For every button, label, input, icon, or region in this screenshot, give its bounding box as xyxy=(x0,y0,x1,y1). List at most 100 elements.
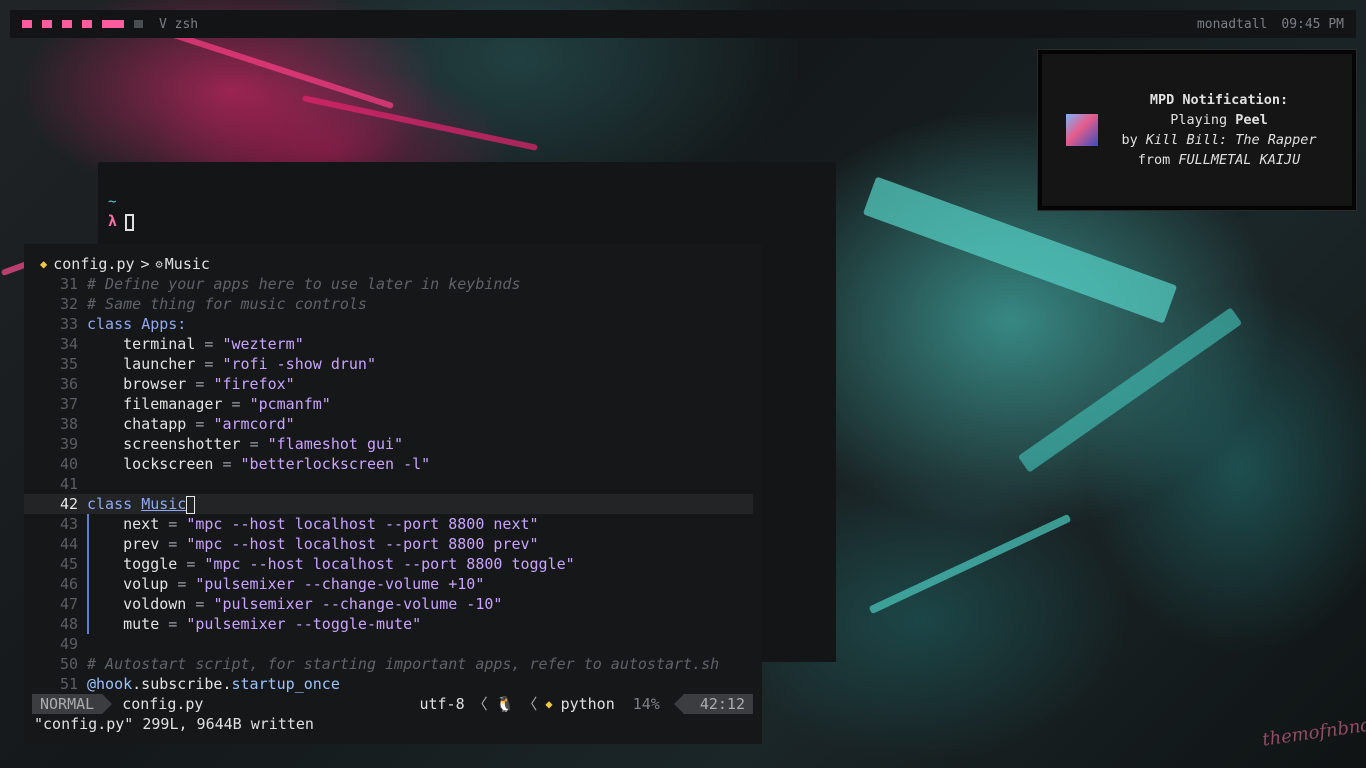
current-code-line[interactable]: 42 class Music xyxy=(24,494,753,514)
line-number: 45 xyxy=(59,555,78,573)
string-value: "wezterm" xyxy=(222,335,304,353)
variable: chatapp xyxy=(123,415,187,433)
line-number: 35 xyxy=(59,355,78,373)
code-line[interactable]: 36 browser = "firefox" xyxy=(24,374,753,394)
line-number: 47 xyxy=(59,595,78,613)
line-number: 48 xyxy=(59,615,78,633)
variable: filemanager xyxy=(123,395,223,413)
artist-name: Kill Bill: The Rapper xyxy=(1145,132,1317,148)
breadcrumb-file[interactable]: config.py xyxy=(53,254,134,274)
class-icon: ⚙ xyxy=(155,257,163,271)
code-comment: # Same thing for music controls xyxy=(87,295,367,313)
breadcrumb-symbol[interactable]: Music xyxy=(165,254,210,274)
artist-signature: themofnbnd xyxy=(1261,714,1366,751)
line-number: 42 xyxy=(59,495,78,513)
class-name: Music xyxy=(141,495,187,513)
status-filetype: python xyxy=(560,695,615,713)
code-line[interactable]: 44 prev = "mpc --host localhost --port 8… xyxy=(24,534,753,554)
string-value: "pulsemixer --change-volume -10" xyxy=(213,595,503,613)
code-line[interactable]: 47 voldown = "pulsemixer --change-volume… xyxy=(24,594,753,614)
variable: volup xyxy=(123,575,169,593)
command-line[interactable]: "config.py" 299L, 9644B written xyxy=(34,714,314,734)
variable: screenshotter xyxy=(123,435,241,453)
line-number: 40 xyxy=(59,455,78,473)
workspace-5-active[interactable] xyxy=(102,20,124,28)
breadcrumb: ◆ config.py > ⚙ Music xyxy=(40,254,210,274)
line-number: 51 xyxy=(59,675,78,693)
mode-indicator: NORMAL xyxy=(32,694,113,714)
keyword: class xyxy=(87,495,133,513)
code-line[interactable]: 50 # Autostart script, for starting impor… xyxy=(24,654,753,674)
line-number: 38 xyxy=(59,415,78,433)
line-number: 41 xyxy=(59,475,78,493)
code-line[interactable]: 34 terminal = "wezterm" xyxy=(24,334,753,354)
string-value: "pcmanfm" xyxy=(249,395,331,413)
string-value: "mpc --host localhost --port 8800 prev" xyxy=(186,535,539,553)
line-number: 50 xyxy=(59,655,78,673)
code-line[interactable]: 48 mute = "pulsemixer --toggle-mute" xyxy=(24,614,753,634)
workspace-indicators[interactable] xyxy=(22,20,143,28)
code-line[interactable]: 49 xyxy=(24,634,753,654)
clock: 09:45 PM xyxy=(1281,16,1344,32)
string-value: "pulsemixer --toggle-mute" xyxy=(186,615,422,633)
from-prefix: from xyxy=(1137,152,1179,168)
line-number: 36 xyxy=(59,375,78,393)
variable: next xyxy=(123,515,160,533)
string-value: "mpc --host localhost --port 8800 next" xyxy=(186,515,539,533)
workspace-4[interactable] xyxy=(82,20,92,28)
mpd-notification[interactable]: MPD Notification: Playing Peel by Kill B… xyxy=(1037,49,1357,211)
python-icon: ◆ xyxy=(40,257,48,271)
code-comment: # Define your apps here to use later in … xyxy=(87,275,521,293)
variable: prev xyxy=(123,535,160,553)
wallpaper-streak xyxy=(1017,307,1243,473)
editor-cursor xyxy=(186,495,196,514)
code-line[interactable]: 35 launcher = "rofi -show drun" xyxy=(24,354,753,374)
class-name: Apps: xyxy=(141,315,187,333)
code-line[interactable]: 37 filemanager = "pcmanfm" xyxy=(24,394,753,414)
line-number: 37 xyxy=(59,395,78,413)
workspace-6[interactable] xyxy=(134,20,143,28)
indent-guide xyxy=(87,514,89,634)
code-line[interactable]: 33 class Apps: xyxy=(24,314,753,334)
chevron-left-icon: 〈 xyxy=(522,695,538,713)
string-value: "flameshot gui" xyxy=(267,435,404,453)
code-line[interactable]: 46 volup = "pulsemixer --change-volume +… xyxy=(24,574,753,594)
wallpaper-streak xyxy=(868,513,1072,615)
code-line[interactable]: 51 @hook.subscribe.startup_once xyxy=(24,674,753,694)
album-name: FULLMETAL KAIJU xyxy=(1178,152,1301,168)
python-icon: ◆ xyxy=(545,697,553,711)
breadcrumb-separator: > xyxy=(140,255,150,273)
string-value: "armcord" xyxy=(213,415,295,433)
code-line[interactable]: 43 next = "mpc --host localhost --port 8… xyxy=(24,514,753,534)
code-line[interactable]: 45 toggle = "mpc --host localhost --port… xyxy=(24,554,753,574)
code-line[interactable]: 41 xyxy=(24,474,753,494)
code-line[interactable]: 31 # Define your apps here to use later i… xyxy=(24,274,753,294)
variable: browser xyxy=(123,375,187,393)
code-line[interactable]: 32 # Same thing for music controls xyxy=(24,294,753,314)
code-line[interactable]: 39 screenshotter = "flameshot gui" xyxy=(24,434,753,454)
album-art xyxy=(1066,114,1098,146)
workspace-1[interactable] xyxy=(22,20,32,28)
by-prefix: by xyxy=(1121,132,1146,148)
decorator-attr: .subscribe. xyxy=(132,675,232,693)
track-title: Peel xyxy=(1235,112,1268,128)
status-percent: 14% xyxy=(632,695,660,713)
neovim-window[interactable]: ◆ config.py > ⚙ Music 31 # Define your ap… xyxy=(24,244,762,744)
code-line[interactable]: 38 chatapp = "armcord" xyxy=(24,414,753,434)
variable: toggle xyxy=(123,555,178,573)
variable: lockscreen xyxy=(123,455,214,473)
code-line[interactable]: 40 lockscreen = "betterlockscreen -l" xyxy=(24,454,753,474)
terminal-cursor[interactable] xyxy=(125,214,134,231)
workspace-3[interactable] xyxy=(62,20,72,28)
decorator-method: startup_once xyxy=(231,675,340,693)
line-number: 44 xyxy=(59,535,78,553)
status-encoding: utf-8 xyxy=(419,695,465,713)
linux-icon: 🐧 xyxy=(495,695,515,713)
line-number: 43 xyxy=(59,515,78,533)
string-value: "firefox" xyxy=(213,375,295,393)
string-value: "mpc --host localhost --port 8800 toggle… xyxy=(204,555,575,573)
layout-indicator[interactable]: monadtall xyxy=(1197,17,1267,32)
workspace-2[interactable] xyxy=(42,20,52,28)
line-number: 32 xyxy=(59,295,78,313)
chevron-left-icon: 〈 xyxy=(472,695,488,713)
